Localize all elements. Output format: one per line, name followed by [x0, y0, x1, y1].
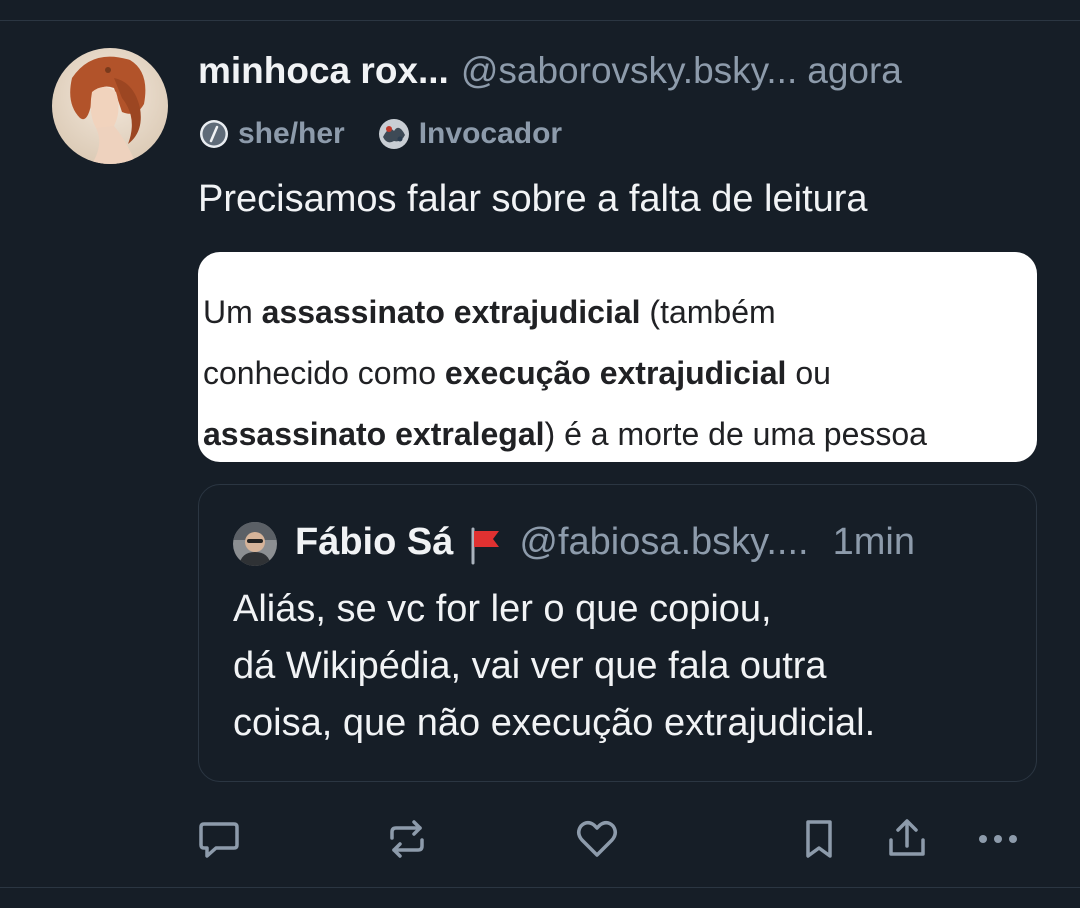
image-text-run: (também — [640, 294, 776, 330]
share-button[interactable] — [884, 816, 930, 862]
bottom-divider — [0, 887, 1080, 888]
quote-author-avatar[interactable] — [233, 522, 277, 566]
repost-icon — [390, 820, 424, 858]
share-icon — [889, 819, 925, 856]
top-divider — [0, 20, 1080, 21]
like-button[interactable] — [574, 816, 620, 862]
image-text-bold: assassinato extralegal — [203, 416, 545, 452]
author-avatar[interactable] — [52, 48, 168, 164]
author-labels: she/her Invocador — [198, 114, 594, 154]
image-text-line: assassinato extralegal) é a morte de uma… — [203, 404, 1033, 462]
image-text-run: Um — [203, 294, 262, 330]
quote-display-name[interactable]: Fábio Sá — [295, 521, 453, 564]
label-invocador[interactable]: Invocador — [377, 117, 562, 151]
reply-button[interactable] — [196, 816, 242, 862]
quote-timestamp[interactable]: 1min — [833, 521, 915, 564]
image-text-line: conhecido como execução extrajudicial ou — [203, 343, 1033, 404]
label-invocador-text: Invocador — [418, 117, 563, 150]
quote-text: Aliás, se vc for ler o que copiou, dá Wi… — [233, 581, 1023, 752]
reply-icon — [199, 822, 239, 858]
quote-text-line: dá Wikipédia, vai ver que fala outra — [233, 645, 827, 687]
image-text-run: ) é a morte de uma pessoa — [544, 416, 927, 452]
quote-header: Fábio Sá @fabiosa.bsky.... 1min — [295, 521, 1015, 569]
quote-avatar-icon — [233, 522, 277, 566]
repost-button[interactable] — [384, 816, 430, 862]
badge-avatar-icon — [377, 117, 411, 151]
quote-text-line: Aliás, se vc for ler o que copiou, — [233, 588, 772, 630]
bookmark-icon — [806, 820, 832, 858]
post-header: minhoca rox... @saborovsky.bsky... agora — [198, 50, 1048, 100]
portrait-avatar-icon — [52, 48, 168, 164]
author-handle[interactable]: @saborovsky.bsky... — [461, 50, 797, 92]
post-text: Precisamos falar sobre a falta de leitur… — [198, 178, 868, 220]
image-text-run: ou — [786, 355, 831, 391]
image-text-bold: execução extrajudicial — [444, 355, 787, 391]
post-image[interactable]: Um assassinato extrajudicial (também conh… — [198, 252, 1037, 462]
label-pronouns-text: she/her — [238, 117, 345, 150]
quote-post[interactable]: Fábio Sá @fabiosa.bsky.... 1min Aliás, s… — [198, 484, 1037, 782]
like-icon — [577, 821, 617, 857]
red-flag-icon — [465, 525, 505, 565]
more-options-button[interactable] — [974, 816, 1022, 862]
image-text-bold: assassinato extrajudicial — [261, 294, 641, 330]
image-text-line: Um assassinato extrajudicial (também — [203, 282, 1033, 343]
quote-handle[interactable]: @fabiosa.bsky.... — [519, 521, 808, 564]
image-text-run: conhecido como — [203, 355, 445, 391]
quote-text-line: coisa, que não execução extrajudicial. — [233, 702, 876, 744]
post-timestamp[interactable]: agora — [807, 50, 902, 92]
pronoun-icon — [198, 118, 230, 150]
author-display-name[interactable]: minhoca rox... — [198, 50, 449, 92]
bookmark-button[interactable] — [796, 816, 842, 862]
image-text: Um assassinato extrajudicial (também conh… — [203, 282, 1033, 462]
more-icon — [979, 835, 1017, 843]
label-pronouns[interactable]: she/her — [198, 117, 345, 151]
